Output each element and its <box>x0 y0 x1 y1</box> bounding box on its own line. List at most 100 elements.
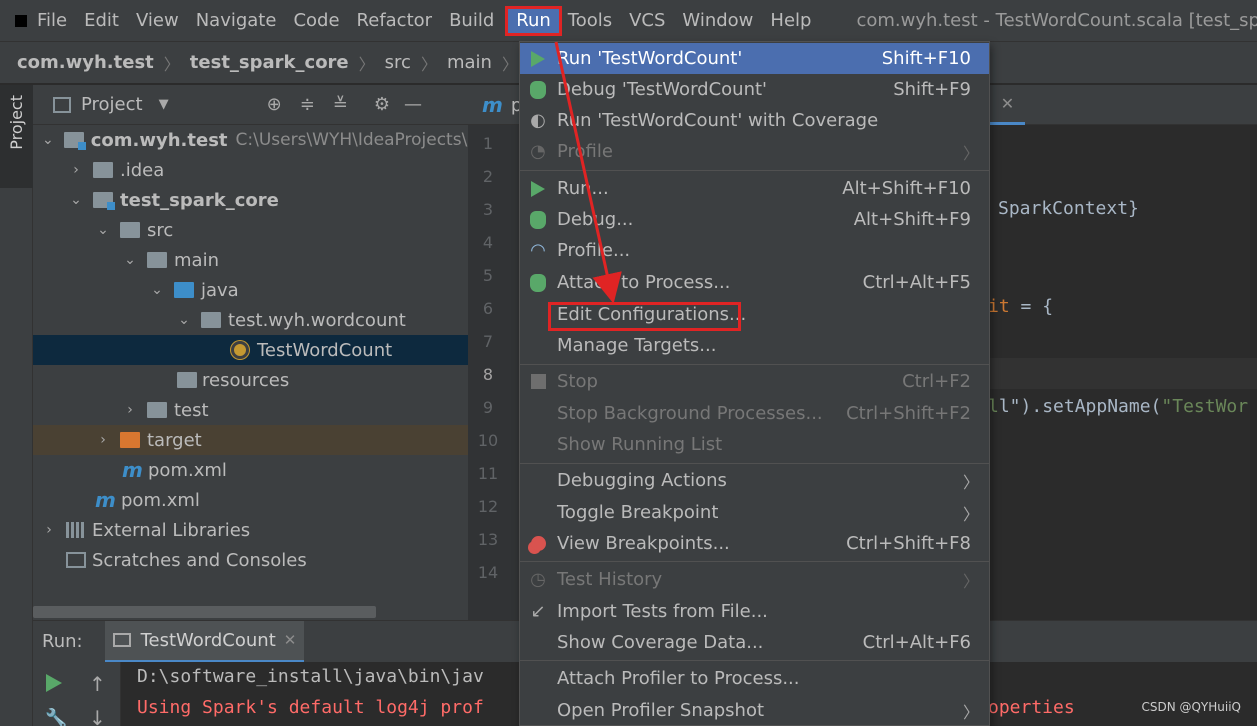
menu-separator <box>520 561 989 562</box>
locate-icon[interactable]: ⊕ <box>267 94 282 115</box>
menu-item-test-history[interactable]: ◷ Test History 〉 <box>520 564 989 595</box>
run-tab[interactable]: TestWordCount ✕ <box>104 620 305 663</box>
folder-icon <box>120 222 140 238</box>
scratches-icon <box>66 552 86 568</box>
chevron-right-icon[interactable]: › <box>69 162 83 178</box>
menu-build[interactable]: Build <box>443 6 505 36</box>
menu-item-run-config[interactable]: Run 'TestWordCount' Shift+F10 <box>520 43 989 74</box>
arrow-up-icon[interactable]: ↑ <box>89 672 106 696</box>
tree-item-testwordcount[interactable]: TestWordCount <box>33 335 468 365</box>
tree-item-main[interactable]: ⌄ main <box>33 245 468 275</box>
watermark: CSDN @QYHuiiQ <box>1141 700 1241 714</box>
menubar: File Edit View Navigate Code Refactor Bu… <box>0 0 1257 41</box>
menu-item-open-profiler-snapshot[interactable]: Open Profiler Snapshot 〉 <box>520 695 989 726</box>
chevron-down-icon[interactable]: ⌄ <box>96 222 110 238</box>
menu-edit[interactable]: Edit <box>78 6 130 36</box>
breadcrumb-item[interactable]: test_spark_core <box>190 52 349 73</box>
tree-item-package[interactable]: ⌄ test.wyh.wordcount <box>33 305 468 335</box>
chevron-right-icon[interactable]: › <box>123 402 137 418</box>
project-view-title[interactable]: Project <box>81 94 143 115</box>
close-icon[interactable]: ✕ <box>284 631 297 649</box>
collapse-all-icon[interactable]: ≚ <box>333 94 348 115</box>
project-panel-header: Project ▼ ⊕ ≑ ≚ ⚙ — <box>33 85 468 125</box>
menu-view[interactable]: View <box>130 6 190 36</box>
chevron-down-icon[interactable]: ▼ <box>159 97 169 112</box>
menu-item-import-tests[interactable]: ↙ Import Tests from File... <box>520 596 989 627</box>
gear-icon[interactable]: ⚙ <box>374 94 390 115</box>
menu-item-stop-background[interactable]: Stop Background Processes... Ctrl+Shift+… <box>520 398 989 429</box>
menu-item-profile-submenu[interactable]: ◔ Profile 〉 <box>520 136 989 167</box>
library-icon <box>66 522 86 538</box>
close-icon[interactable]: ✕ <box>1001 94 1014 113</box>
module-folder-icon <box>63 132 86 150</box>
menu-refactor[interactable]: Refactor <box>351 6 444 36</box>
menu-item-debugging-actions[interactable]: Debugging Actions 〉 <box>520 465 989 496</box>
tree-item-scratches[interactable]: Scratches and Consoles <box>33 545 468 575</box>
menu-vcs[interactable]: VCS <box>623 6 676 36</box>
code-text: it = { <box>988 296 1054 317</box>
menu-item-debug-config[interactable]: Debug 'TestWordCount' Shift+F9 <box>520 74 989 105</box>
tree-item-idea[interactable]: › .idea <box>33 155 468 185</box>
arrow-down-icon[interactable]: ↓ <box>89 706 106 726</box>
expand-all-icon[interactable]: ≑ <box>300 94 315 115</box>
menu-item-view-breakpoints[interactable]: View Breakpoints... Ctrl+Shift+F8 <box>520 528 989 559</box>
menu-help[interactable]: Help <box>764 6 822 36</box>
chevron-down-icon[interactable]: ⌄ <box>123 252 137 268</box>
menu-item-run[interactable]: Run... Alt+Shift+F10 <box>520 173 989 204</box>
menu-tools[interactable]: Tools <box>562 6 623 36</box>
chevron-right-icon[interactable]: › <box>96 432 110 448</box>
menu-item-show-coverage-data[interactable]: Show Coverage Data... Ctrl+Alt+F6 <box>520 627 989 658</box>
wrench-icon[interactable]: 🔧 <box>45 708 67 726</box>
tree-item-pom-root[interactable]: m pom.xml <box>33 485 468 515</box>
tree-item-project-root[interactable]: ⌄ com.wyh.test C:\Users\WYH\IdeaProjects… <box>33 125 477 155</box>
tree-item-target[interactable]: › target <box>33 425 468 455</box>
menu-item-manage-targets[interactable]: Manage Targets... <box>520 330 989 361</box>
line-number: 1 <box>482 134 494 153</box>
tree-item-test-spark-core[interactable]: ⌄ test_spark_core <box>33 185 468 215</box>
breadcrumb-item[interactable]: com.wyh.test <box>17 52 154 73</box>
editor-tab[interactable]: m p <box>468 85 522 125</box>
menu-item-profile[interactable]: ◠ Profile... <box>520 235 989 266</box>
chevron-down-icon[interactable]: ⌄ <box>177 312 191 328</box>
console-icon <box>112 633 131 647</box>
chevron-down-icon[interactable]: ⌄ <box>150 282 164 298</box>
menu-navigate[interactable]: Navigate <box>190 6 288 36</box>
menu-run[interactable]: Run <box>505 5 562 36</box>
menu-file[interactable]: File <box>31 6 78 36</box>
menu-window[interactable]: Window <box>676 6 764 36</box>
tree-item-external-libraries[interactable]: › External Libraries <box>33 515 468 545</box>
breadcrumb-item[interactable]: src <box>385 52 411 73</box>
menu-separator <box>520 463 989 464</box>
chevron-down-icon[interactable]: ⌄ <box>69 192 83 208</box>
profile-icon: ◔ <box>530 141 546 162</box>
menu-item-show-running-list[interactable]: Show Running List <box>520 429 989 460</box>
run-toolbar: 🔧 <box>33 662 81 726</box>
menu-item-debug[interactable]: Debug... Alt+Shift+F9 <box>520 204 989 235</box>
run-panel-label: Run: <box>42 631 83 652</box>
tree-item-java[interactable]: ⌄ java <box>33 275 468 305</box>
menu-code[interactable]: Code <box>287 6 350 36</box>
rerun-icon[interactable] <box>46 674 62 692</box>
horizontal-scrollbar[interactable] <box>33 606 376 618</box>
line-number: 12 <box>477 497 499 516</box>
menu-item-stop[interactable]: Stop Ctrl+F2 <box>520 366 989 397</box>
tree-item-pom-module[interactable]: m pom.xml <box>33 455 468 485</box>
menu-item-toggle-breakpoint[interactable]: Toggle Breakpoint 〉 <box>520 497 989 528</box>
line-number: 5 <box>482 266 494 285</box>
folder-icon <box>93 162 113 178</box>
console-line: D:\software_install\java\bin\jav <box>137 666 484 687</box>
menu-item-attach-profiler[interactable]: Attach Profiler to Process... <box>520 663 989 694</box>
tree-item-resources[interactable]: resources <box>33 365 468 395</box>
project-tool-label[interactable]: Project <box>7 95 26 150</box>
console-line: Using Spark's default log4j prof <box>137 697 484 718</box>
minimize-icon[interactable]: — <box>404 94 422 115</box>
tree-item-test[interactable]: › test <box>33 395 468 425</box>
menu-item-run-with-coverage[interactable]: ◐ Run 'TestWordCount' with Coverage <box>520 105 989 136</box>
menu-item-attach-to-process[interactable]: Attach to Process... Ctrl+Alt+F5 <box>520 267 989 298</box>
chevron-right-icon[interactable]: › <box>42 522 56 538</box>
chevron-down-icon[interactable]: ⌄ <box>42 132 54 148</box>
module-folder-icon <box>93 192 115 210</box>
editor-tab-active[interactable]: ✕ <box>990 85 1025 125</box>
breadcrumb-item[interactable]: main <box>447 52 492 73</box>
tree-item-src[interactable]: ⌄ src <box>33 215 468 245</box>
